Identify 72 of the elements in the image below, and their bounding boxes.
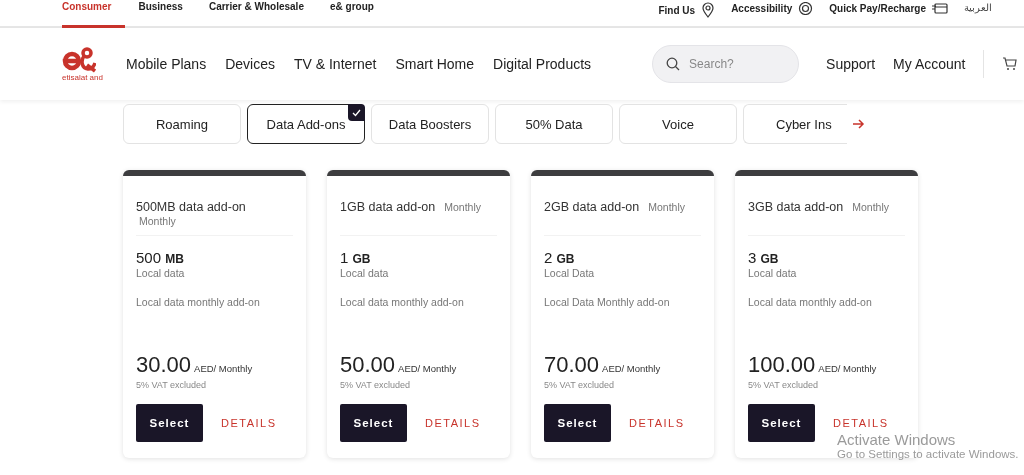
plan-period: Monthly xyxy=(138,215,176,227)
select-button[interactable]: Select xyxy=(748,404,815,442)
nav-link[interactable]: Mobile Plans xyxy=(126,56,207,72)
search-field[interactable]: Search? xyxy=(652,45,800,83)
price-unit: AED/ Monthly xyxy=(194,363,253,374)
segment-tab[interactable]: Carrier & Wholesale xyxy=(195,0,317,28)
plan-period: Monthly xyxy=(443,201,481,213)
activation-title: Activate Windows xyxy=(837,431,957,448)
price-unit: AED/ Monthly xyxy=(398,363,457,374)
arrow-right-icon[interactable] xyxy=(853,119,865,129)
price-unit: AED/ Monthly xyxy=(818,363,877,374)
plan-period: Monthly xyxy=(851,201,889,213)
check-icon xyxy=(348,104,365,121)
vat-note: 5% VAT excluded xyxy=(748,380,820,390)
data-label: Local data xyxy=(340,267,390,279)
nav-link[interactable]: Digital Products xyxy=(493,56,592,72)
data-label: Local data xyxy=(748,267,798,279)
data-amount: 1 GB xyxy=(340,249,372,266)
logo-caption: etisalat and xyxy=(62,72,103,82)
details-link[interactable]: DETAILS xyxy=(629,417,685,429)
location-pin-icon xyxy=(701,2,716,18)
data-amount: 500 MB xyxy=(136,249,185,266)
plan-title: 500MB data add-on xyxy=(136,200,246,214)
price: 50.00 xyxy=(340,352,396,378)
plan-description: Local data monthly add-on xyxy=(136,296,261,308)
plan-title: 3GB data add-on xyxy=(748,200,844,214)
card-icon xyxy=(932,2,948,14)
logo-icon[interactable] xyxy=(62,46,96,73)
price: 100.00 xyxy=(748,352,816,378)
data-label: Local Data xyxy=(544,267,596,279)
segment-tab[interactable]: Consumer xyxy=(62,0,126,28)
plan-title: 1GB data add-on xyxy=(340,200,436,214)
top-link[interactable]: Accessibility xyxy=(731,3,793,14)
vat-note: 5% VAT excluded xyxy=(544,380,616,390)
plan-description: Local Data Monthly add-on xyxy=(544,296,671,308)
activation-message: Go to Settings to activate Windows. xyxy=(837,448,1019,460)
details-link[interactable]: DETAILS xyxy=(833,417,889,429)
category-tab[interactable]: Voice xyxy=(619,104,737,144)
language-link[interactable]: العربية xyxy=(964,2,992,13)
vat-note: 5% VAT excluded xyxy=(136,380,208,390)
category-tab[interactable]: Cyber Ins xyxy=(743,104,847,144)
search-icon xyxy=(666,57,681,71)
header-link[interactable]: Support xyxy=(826,56,876,72)
vat-note: 5% VAT excluded xyxy=(340,380,412,390)
details-link[interactable]: DETAILS xyxy=(425,417,481,429)
cart-icon[interactable] xyxy=(1002,56,1019,72)
plan-description: Local data monthly add-on xyxy=(340,296,465,308)
category-tab[interactable]: Roaming xyxy=(123,104,241,144)
data-label: Local data xyxy=(136,267,186,279)
select-button[interactable]: Select xyxy=(136,404,203,442)
plan-description: Local data monthly add-on xyxy=(748,296,873,308)
category-tab[interactable]: Data Add-ons xyxy=(247,104,365,144)
plan-title: 2GB data add-on xyxy=(544,200,640,214)
category-tab[interactable]: 50% Data xyxy=(495,104,613,144)
nav-link[interactable]: Smart Home xyxy=(395,56,474,72)
select-button[interactable]: Select xyxy=(340,404,407,442)
data-amount: 2 GB xyxy=(544,249,576,266)
details-link[interactable]: DETAILS xyxy=(221,417,277,429)
price: 30.00 xyxy=(136,352,192,378)
top-link[interactable]: Quick Pay/Recharge xyxy=(829,2,926,14)
select-button[interactable]: Select xyxy=(544,404,611,442)
nav-link[interactable]: TV & Internet xyxy=(293,56,377,72)
category-tab[interactable]: Data Boosters xyxy=(371,104,489,144)
top-link[interactable]: Find Us xyxy=(658,4,696,16)
segment-tab[interactable]: e& group xyxy=(316,0,387,28)
header-link[interactable]: My Account xyxy=(893,56,966,72)
price-unit: AED/ Monthly xyxy=(602,363,661,374)
data-amount: 3 GB xyxy=(748,249,780,266)
price: 70.00 xyxy=(544,352,600,378)
segment-tab[interactable]: Business xyxy=(125,0,196,28)
plan-period: Monthly xyxy=(647,201,685,213)
nav-link[interactable]: Devices xyxy=(225,56,275,72)
